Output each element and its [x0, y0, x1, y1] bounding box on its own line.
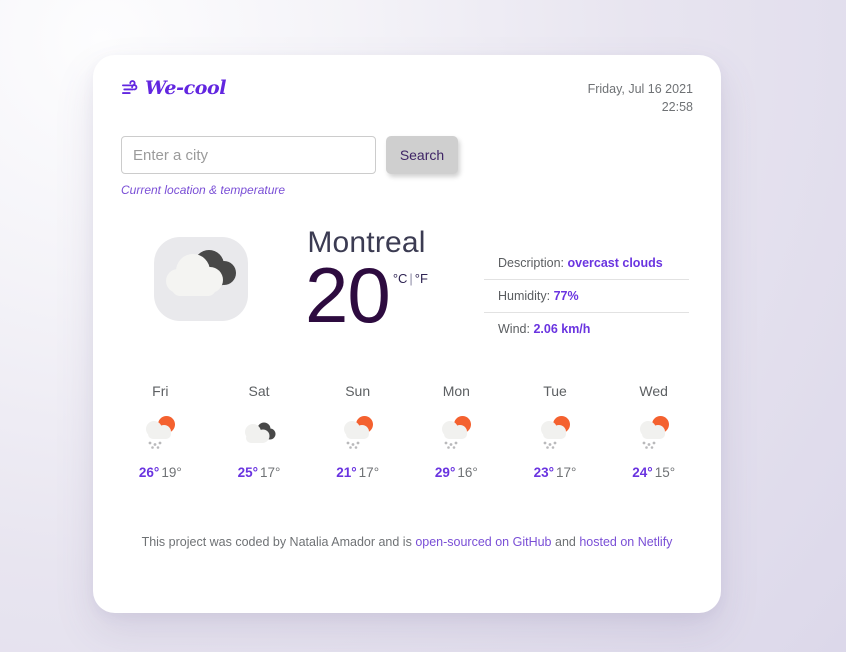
current-date: Friday, Jul 16 2021 [587, 82, 693, 96]
detail-description-value: overcast clouds [567, 256, 663, 271]
forecast-temps: 24° 15° [604, 465, 703, 480]
forecast-icon-wrap [604, 413, 703, 453]
forecast-icon-wrap [506, 413, 605, 453]
forecast-temps: 26° 19° [111, 465, 210, 480]
detail-humidity-label: Humidity: [498, 289, 551, 304]
forecast-max-temp: 25° [237, 465, 258, 481]
app-logo[interactable]: We-cool [121, 77, 227, 99]
current-weather-icon-wrap [151, 233, 251, 325]
forecast-day-name: Wed [639, 383, 668, 400]
forecast-icon-wrap [308, 413, 407, 453]
detail-humidity-value: 77% [553, 289, 579, 304]
app-logo-text: We-cool [145, 77, 227, 99]
unit-separator: | [409, 271, 413, 287]
forecast-day-name: Sun [345, 383, 371, 400]
current-location-link[interactable]: Current location & temperature [121, 183, 285, 197]
detail-wind-label: Wind: [498, 322, 530, 337]
forecast-icon-wrap [407, 413, 506, 453]
forecast-min-temp: 15° [654, 465, 676, 481]
netlify-link[interactable]: hosted on Netlify [579, 535, 672, 549]
detail-wind-value: 2.06 km/h [533, 322, 591, 337]
weather-card: We-cool Friday, Jul 16 2021 22:58 Search… [93, 55, 721, 613]
sun-rain-icon [541, 416, 571, 450]
forecast-icon-wrap [111, 413, 210, 453]
forecast-max-temp: 23° [533, 465, 555, 481]
broken-clouds-icon [245, 422, 276, 444]
forecast-temps: 23° 17° [506, 465, 605, 480]
forecast-day-sun: Sun 21° 17° [308, 383, 407, 480]
temperature-line: 20 °C | °F [257, 251, 476, 340]
search-button[interactable]: Search [386, 136, 458, 175]
current-datetime: Friday, Jul 16 2021 22:58 [588, 77, 693, 116]
forecast-min-temp: 17° [260, 465, 281, 481]
forecast-max-temp: 26° [138, 465, 160, 481]
forecast-temps: 25° 17° [210, 465, 309, 480]
forecast-temps: 21° 17° [308, 465, 407, 480]
forecast-max-temp: 24° [632, 465, 653, 481]
search-form: Search [93, 116, 721, 175]
footer: This project was coded by Natalia Amador… [93, 480, 721, 549]
github-link[interactable]: open-sourced on GitHub [415, 535, 551, 549]
card-header: We-cool Friday, Jul 16 2021 22:58 [93, 55, 721, 116]
overcast-clouds-icon [154, 237, 248, 322]
forecast-min-temp: 19° [161, 465, 182, 481]
sun-rain-icon [146, 416, 176, 450]
weather-details: Description: overcast clouds Humidity: 7… [484, 247, 689, 345]
forecast-day-name: Mon [442, 383, 470, 400]
detail-humidity: Humidity: 77% [484, 279, 689, 312]
forecast-max-temp: 21° [336, 465, 357, 481]
detail-description: Description: overcast clouds [484, 247, 689, 279]
footer-text-before: This project was coded by Natalia Amador… [141, 535, 416, 550]
forecast-day-fri: Fri 26° 19° [111, 383, 210, 480]
current-weather: Montreal 20 °C | °F Description: overcast … [93, 199, 721, 345]
forecast-min-temp: 17° [358, 465, 380, 481]
temperature-value: 20 [305, 251, 391, 340]
forecast-row: Fri 26° 19° Sat 25° 17° Sun 21° 17° Mon … [93, 345, 721, 480]
detail-description-label: Description: [498, 256, 564, 271]
forecast-day-name: Fri [152, 383, 169, 400]
footer-text-middle: and [551, 535, 580, 550]
forecast-day-name: Tue [543, 383, 567, 400]
forecast-day-wed: Wed 24° 15° [604, 383, 703, 480]
celsius-link[interactable]: °C [393, 271, 408, 286]
search-input[interactable] [121, 136, 376, 175]
sun-rain-icon [442, 416, 472, 450]
forecast-temps: 29° 16° [407, 465, 506, 480]
forecast-max-temp: 29° [434, 465, 456, 481]
city-temperature-block: Montreal 20 °C | °F [257, 225, 476, 340]
current-weather-main: Montreal 20 °C | °F [121, 225, 476, 340]
forecast-min-temp: 16° [457, 465, 478, 481]
forecast-day-tue: Tue 23° 17° [506, 383, 605, 480]
forecast-day-name: Sat [248, 383, 270, 400]
wind-icon [122, 80, 138, 94]
forecast-day-sat: Sat 25° 17° [210, 383, 309, 480]
sun-rain-icon [343, 416, 373, 450]
sun-rain-icon [639, 416, 669, 450]
fahrenheit-link[interactable]: °F [415, 271, 428, 286]
unit-toggle: °C | °F [393, 271, 428, 286]
forecast-min-temp: 17° [556, 465, 577, 481]
detail-wind: Wind: 2.06 km/h [484, 312, 689, 345]
current-time: 22:58 [661, 100, 693, 115]
forecast-day-mon: Mon 29° 16° [407, 383, 506, 480]
forecast-icon-wrap [210, 413, 309, 453]
